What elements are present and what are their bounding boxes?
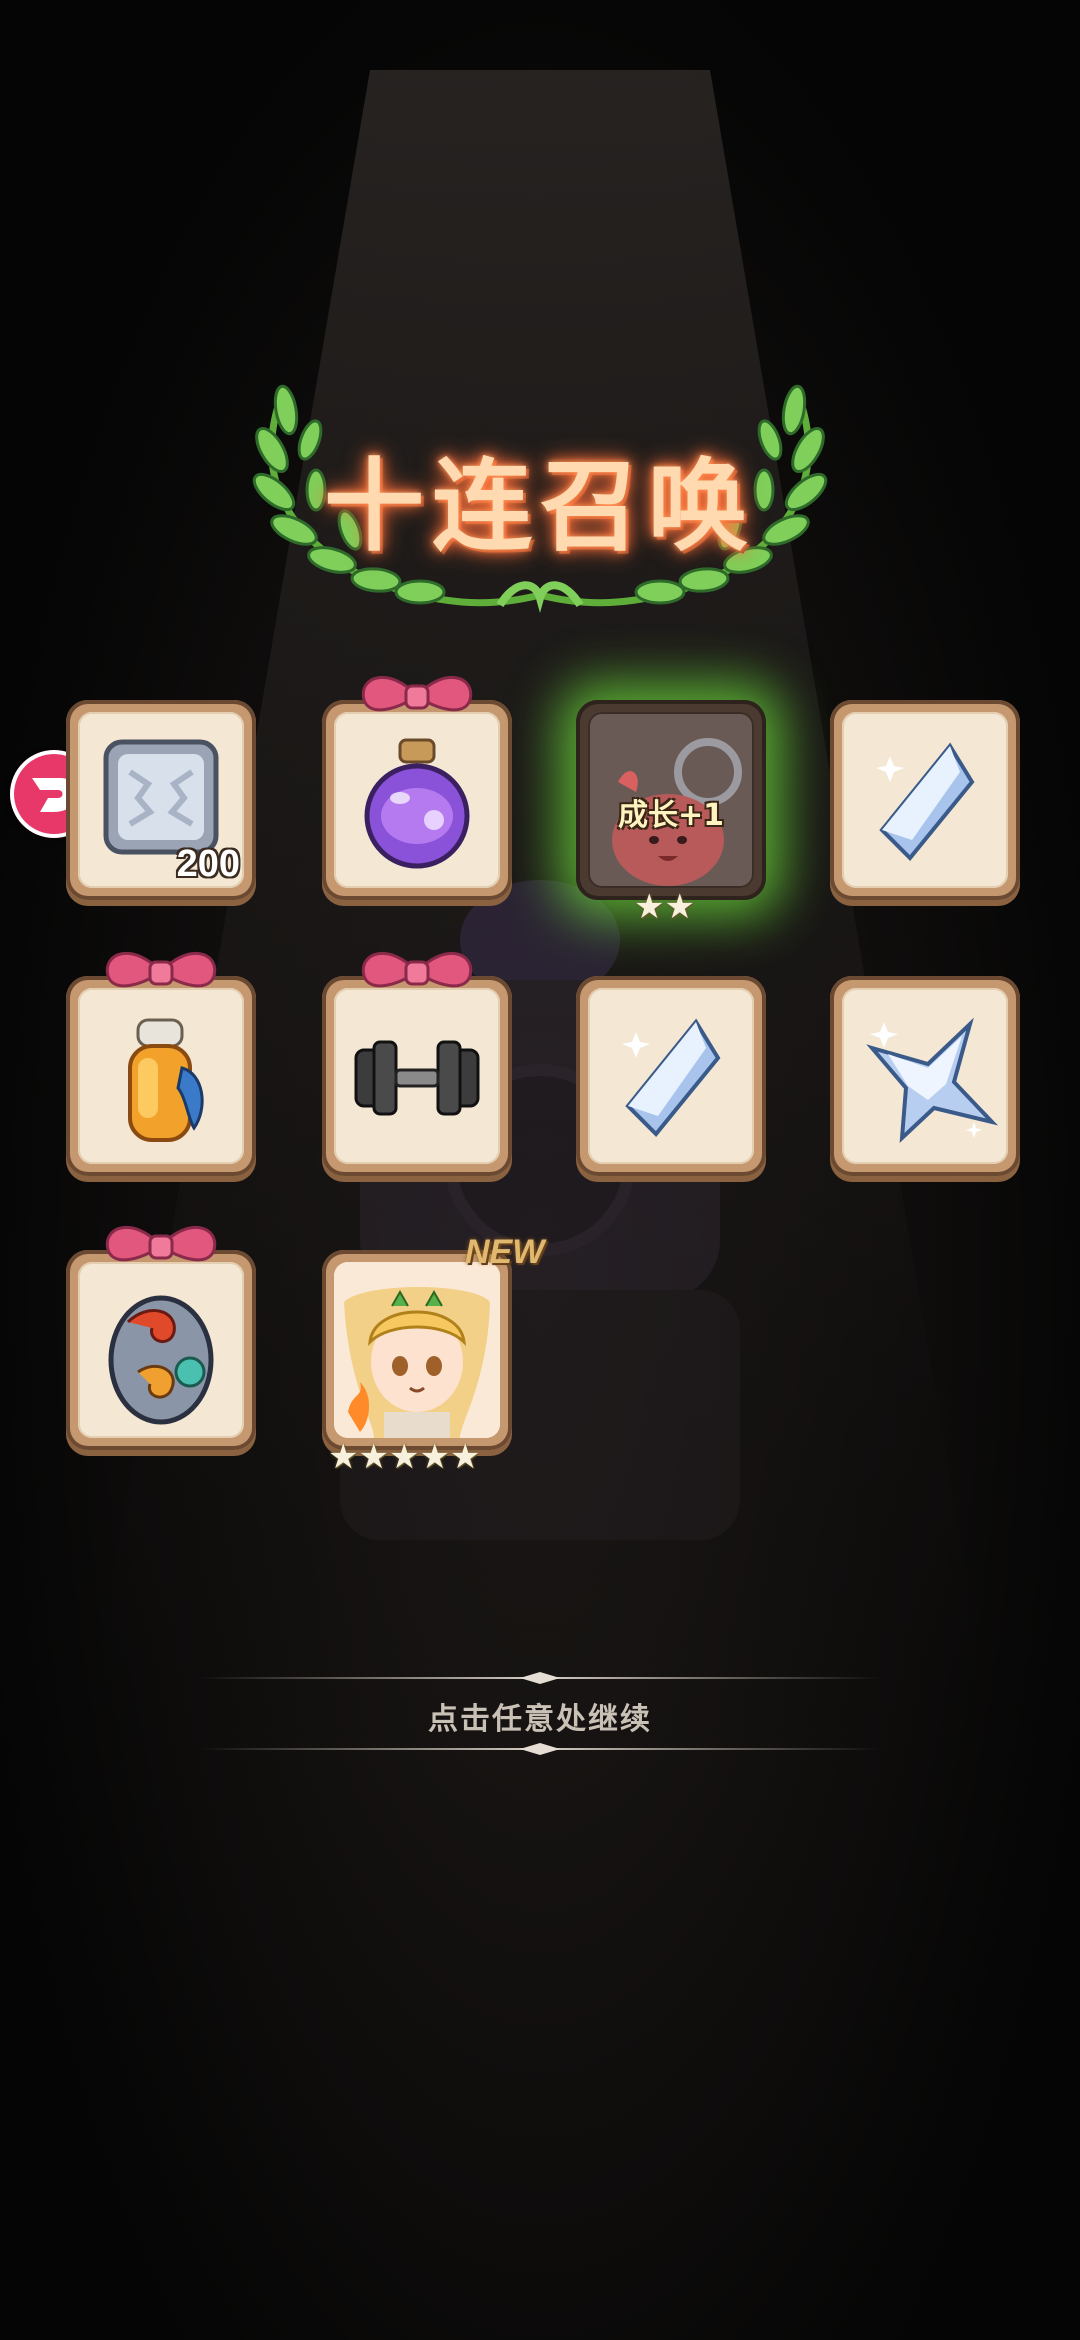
star-icon: ★ [328, 1437, 359, 1477]
summon-result-screen[interactable]: 十连召唤 200 成长+1 ★ ★ NEW ★ ★ ★ ★ ★ 点击任意处继续 [0, 0, 1080, 2340]
reward-card[interactable]: 200 [66, 700, 256, 900]
dumbbell-icon [354, 1040, 480, 1116]
reward-card[interactable] [576, 976, 766, 1176]
reward-card[interactable] [66, 1226, 256, 1450]
star-icon: ★ [388, 1437, 420, 1477]
reward-card[interactable] [830, 700, 1020, 900]
star-rating: ★ ★ [634, 890, 695, 924]
growth-label: 成长+1 [617, 798, 724, 833]
item-quantity: 200 [176, 843, 240, 885]
reward-card[interactable] [830, 976, 1020, 1176]
gift-bow-icon [105, 952, 217, 988]
new-badge: NEW [465, 1233, 545, 1271]
star-icon: ★ [634, 887, 665, 927]
star-icon: ★ [664, 887, 695, 927]
reward-card-highlighted[interactable]: 成长+1 [576, 700, 766, 900]
purple-potion-icon [364, 738, 470, 869]
hero-card[interactable] [322, 1250, 512, 1450]
dragon-egg-icon [108, 1295, 214, 1425]
elf-hero-portrait-icon [334, 1262, 500, 1438]
star-rating: ★ ★ ★ ★ ★ [328, 1440, 480, 1474]
reward-card[interactable] [66, 952, 256, 1176]
gift-bow-icon [361, 676, 473, 712]
orange-elixir-icon [128, 1018, 204, 1142]
white-crystal-icon [876, 742, 975, 861]
reward-card[interactable] [322, 676, 512, 900]
reward-card[interactable] [322, 952, 512, 1176]
white-star-crystal-icon [866, 1017, 999, 1143]
star-icon: ★ [419, 1437, 450, 1477]
star-icon: ★ [449, 1437, 481, 1477]
white-crystal-icon [622, 1018, 721, 1137]
page-title: 十连召唤 [324, 447, 756, 565]
gift-bow-icon [361, 952, 473, 988]
continue-prompt[interactable]: 点击任意处继续 [200, 1666, 880, 1756]
title-banner: 十连召唤 [250, 380, 830, 620]
star-icon: ★ [358, 1437, 389, 1477]
continue-hint: 点击任意处继续 [428, 1702, 652, 1737]
gift-bow-icon [105, 1226, 217, 1262]
